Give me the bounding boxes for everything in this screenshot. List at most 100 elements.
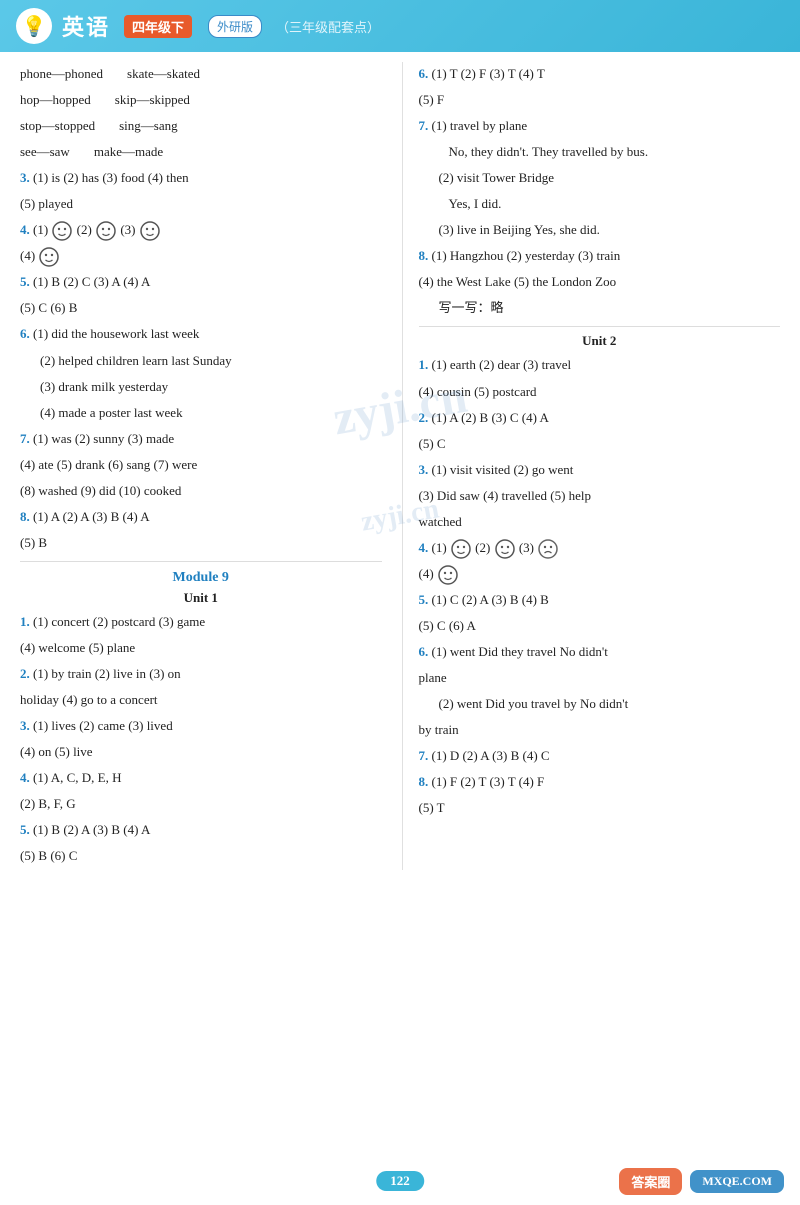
m9q3-line2: (4) on (5) live — [20, 740, 382, 764]
page-number: 122 — [376, 1171, 424, 1191]
q4-num: 4. — [20, 222, 30, 237]
q5-line1: 5. (1) B (2) C (3) A (4) A — [20, 270, 382, 294]
main-content: phone—phoned skate—skated hop—hopped ski… — [0, 52, 800, 880]
rq8-parts3: 写一写：略 — [439, 300, 504, 315]
u2q5-parts: (1) C (2) A (3) B (4) B — [432, 592, 549, 607]
word-pairs-3: stop—stopped sing—sang — [20, 114, 382, 138]
u2q6-item1b: plane — [419, 670, 447, 685]
rq6-parts: (1) T (2) F (3) T (4) T — [432, 66, 545, 81]
q6-line1: 6. (1) did the housework last week — [20, 322, 382, 346]
q8-line1: 8. (1) A (2) A (3) B (4) A — [20, 505, 382, 529]
u2q5-line1: 5. (1) C (2) A (3) B (4) B — [419, 588, 781, 612]
u2q2-parts: (1) A (2) B (3) C (4) A — [432, 410, 549, 425]
q6-item1: (1) did the housework last week — [33, 326, 199, 341]
u2q1-line2: (4) cousin (5) postcard — [419, 380, 781, 404]
u2q4-label2: (2) — [475, 540, 493, 555]
rq7-num: 7. — [419, 118, 429, 133]
m9q4-parts: (1) A, C, D, E, H — [33, 770, 121, 785]
smiley-2 — [96, 221, 116, 241]
unit2-header: Unit 2 — [419, 333, 781, 349]
q5-num: 5. — [20, 274, 30, 289]
badge1: 答案圈 — [619, 1168, 682, 1195]
q4-line1: 4. (1) (2) (3) — [20, 218, 382, 242]
u2q7-line1: 7. (1) D (2) A (3) B (4) C — [419, 744, 781, 768]
smiley-1 — [52, 221, 72, 241]
divider-unit2 — [419, 326, 781, 327]
u2q5-num: 5. — [419, 592, 429, 607]
m9q4-line1: 4. (1) A, C, D, E, H — [20, 766, 382, 790]
u2q2-line2: (5) C — [419, 432, 781, 456]
m9q1-parts: (1) concert (2) postcard (3) game — [33, 614, 205, 629]
rq7-item2: (2) visit Tower Bridge — [439, 166, 781, 190]
rq7-line1: 7. (1) travel by plane — [419, 114, 781, 138]
q7-line2: (4) ate (5) drank (6) sang (7) were — [20, 453, 382, 477]
u2q3-parts3: watched — [419, 514, 462, 529]
word-pairs-4: see—saw make—made — [20, 140, 382, 164]
u2q5-line2: (5) C (6) A — [419, 614, 781, 638]
u2q4-num: 4. — [419, 540, 429, 555]
rq8-line2: (4) the West Lake (5) the London Zoo — [419, 270, 781, 294]
m9q1-line1: 1. (1) concert (2) postcard (3) game — [20, 610, 382, 634]
q8-line2: (5) B — [20, 531, 382, 555]
m9q1-line2: (4) welcome (5) plane — [20, 636, 382, 660]
m9q2-line2: holiday (4) go to a concert — [20, 688, 382, 712]
u2q6-item1: (1) went Did they travel No didn't — [432, 644, 608, 659]
rq7-item3: (3) live in Beijing Yes, she did. — [439, 218, 781, 242]
m9q2-parts2: holiday (4) go to a concert — [20, 692, 158, 707]
u2q2-parts2: (5) C — [419, 436, 446, 451]
m9q5-parts2: (5) B (6) C — [20, 848, 77, 863]
q7-num: 7. — [20, 431, 30, 446]
smiley-u2-2 — [495, 539, 515, 559]
rq7-item2b: Yes, I did. — [449, 192, 781, 216]
q5-line2: (5) C (6) B — [20, 296, 382, 320]
u2q6-line1b: plane — [419, 666, 781, 690]
u2q3-num: 3. — [419, 462, 429, 477]
badge2: MXQE.COM — [690, 1170, 784, 1193]
u2q3-line1: 3. (1) visit visited (2) go went — [419, 458, 781, 482]
u2q6-num: 6. — [419, 644, 429, 659]
rq7-item1: (1) travel by plane — [432, 118, 528, 133]
q6-item3: (3) drank milk yesterday — [40, 375, 382, 399]
q4-label2: (2) — [77, 222, 95, 237]
q3-line2: (5) played — [20, 192, 382, 216]
q7-parts3: (8) washed (9) did (10) cooked — [20, 483, 181, 498]
u2q7-parts: (1) D (2) A (3) B (4) C — [432, 748, 550, 763]
m9q5-line2: (5) B (6) C — [20, 844, 382, 868]
m9q5-parts: (1) B (2) A (3) B (4) A — [33, 822, 150, 837]
q7-parts2: (4) ate (5) drank (6) sang (7) were — [20, 457, 197, 472]
rq6-line1: 6. (1) T (2) F (3) T (4) T — [419, 62, 781, 86]
smiley-u2-4 — [438, 565, 458, 585]
q6-item2: (2) helped children learn last Sunday — [40, 349, 382, 373]
m9q5-line1: 5. (1) B (2) A (3) B (4) A — [20, 818, 382, 842]
rq8-line1: 8. (1) Hangzhou (2) yesterday (3) train — [419, 244, 781, 268]
q4-label1: (1) — [33, 222, 51, 237]
word-pair-1: phone—phoned — [20, 62, 103, 86]
m9q2-parts: (1) by train (2) live in (3) on — [33, 666, 181, 681]
word-pair-4: skip—skipped — [115, 88, 190, 112]
q6-num: 6. — [20, 326, 30, 341]
module9-header: Module 9 — [20, 570, 382, 586]
q7-line1: 7. (1) was (2) sunny (3) made — [20, 427, 382, 451]
header-grade: 四年级下 — [124, 15, 192, 38]
word-pairs: phone—phoned skate—skated — [20, 62, 382, 86]
word-pair-8: make—made — [94, 140, 163, 164]
m9q3-parts2: (4) on (5) live — [20, 744, 93, 759]
rq6-num: 6. — [419, 66, 429, 81]
u2q8-parts2: (5) T — [419, 800, 445, 815]
m9q2-num: 2. — [20, 666, 30, 681]
u2q6-item2b: by train — [419, 718, 781, 742]
q4-line2: (4) — [20, 244, 382, 268]
u2q3-parts: (1) visit visited (2) go went — [432, 462, 574, 477]
u2q4-label3: (3) — [519, 540, 537, 555]
u2q4-label4: (4) — [419, 566, 437, 581]
u2q3-line3: watched — [419, 510, 781, 534]
m9q1-num: 1. — [20, 614, 30, 629]
u2q8-line1: 8. (1) F (2) T (3) T (4) F — [419, 770, 781, 794]
header-note: （三年级配套点） — [276, 17, 380, 36]
q7-parts: (1) was (2) sunny (3) made — [33, 431, 174, 446]
smiley-u2-1 — [451, 539, 471, 559]
q7-line3: (8) washed (9) did (10) cooked — [20, 479, 382, 503]
rq8-parts: (1) Hangzhou (2) yesterday (3) train — [432, 248, 621, 263]
m9q4-line2: (2) B, F, G — [20, 792, 382, 816]
smiley-4 — [39, 247, 59, 267]
